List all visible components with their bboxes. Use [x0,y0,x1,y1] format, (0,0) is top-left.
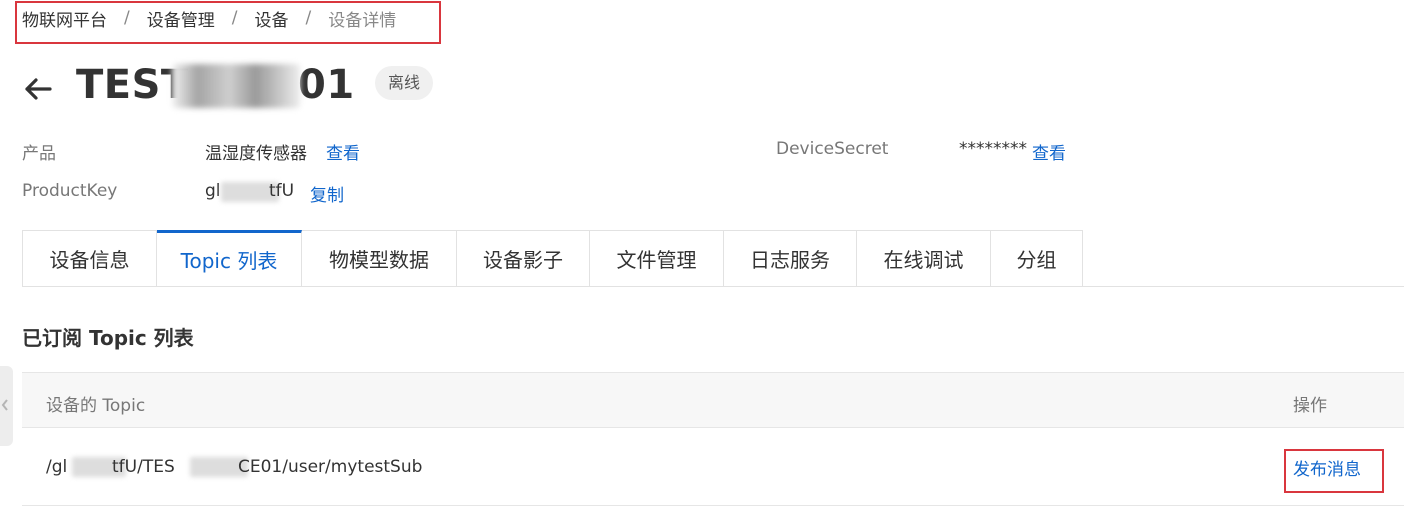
column-header-topic: 设备的 Topic [46,396,146,416]
redacted-device-name [172,64,300,108]
device-secret-label: DeviceSecret [776,139,889,159]
tab-group[interactable]: 分组 [991,230,1083,286]
annotation-box-publish [1284,449,1384,493]
annotation-box-breadcrumb [15,1,441,44]
productkey-value-end: tfU [269,181,295,201]
tab-device-shadow[interactable]: 设备影子 [457,230,590,286]
tab-topic-list[interactable]: Topic 列表 [157,230,302,286]
topic-end: CE01/user/mytestSub [238,457,423,477]
tab-bar-divider [22,286,1404,287]
column-header-action: 操作 [1293,396,1327,416]
tab-thing-model-data[interactable]: 物模型数据 [302,230,457,286]
productkey-value-start: gl [205,181,221,201]
tab-file-management[interactable]: 文件管理 [590,230,724,286]
table-row: /gl tfU/TES CE01/user/mytestSub 发布消息 [22,428,1404,505]
device-title-suffix: 01 [298,62,355,108]
back-arrow-icon[interactable] [22,72,54,104]
productkey-label: ProductKey [22,181,118,201]
chevron-left-icon [1,399,8,411]
view-product-link[interactable]: 查看 [326,139,360,164]
topic-mid: tfU/TES [112,457,175,477]
tab-online-debug[interactable]: 在线调试 [857,230,991,286]
row-divider [22,505,1404,506]
product-label: 产品 [22,144,56,164]
tab-bar: 设备信息 Topic 列表 物模型数据 设备影子 文件管理 日志服务 在线调试 … [22,230,1083,286]
tab-log-service[interactable]: 日志服务 [724,230,857,286]
tab-device-info[interactable]: 设备信息 [22,230,157,286]
device-secret-value: ******** [959,139,1027,159]
topic-start: /gl [46,457,68,477]
product-value: 温湿度传感器 [205,144,307,164]
section-title: 已订阅 Topic 列表 [22,326,194,350]
copy-productkey-link[interactable]: 复制 [310,181,344,206]
view-secret-link[interactable]: 查看 [1032,139,1066,164]
table-header: 设备的 Topic 操作 [22,372,1404,428]
status-badge: 离线 [375,66,434,100]
